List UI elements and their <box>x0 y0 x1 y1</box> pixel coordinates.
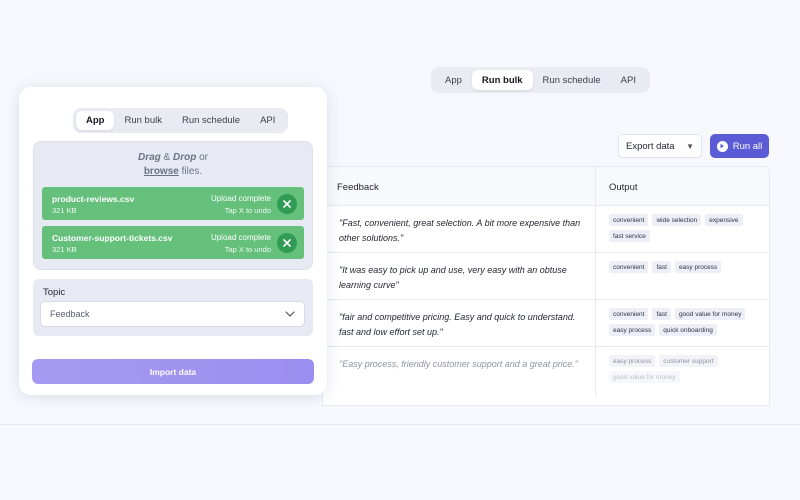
results-table: Feedback Output "Fast, convenient, great… <box>322 166 770 406</box>
close-icon <box>283 200 291 208</box>
remove-file-button[interactable] <box>277 233 297 253</box>
bg-tab-run-bulk[interactable]: Run bulk <box>471 70 533 90</box>
tab-app[interactable]: App <box>76 111 115 130</box>
tag-chip: easy process <box>609 355 656 367</box>
undo-hint: Tap X to undo <box>224 206 271 215</box>
tag-chip: easy process <box>609 324 656 336</box>
tag-chip: convenient <box>609 214 649 226</box>
topic-label: Topic <box>43 287 66 298</box>
export-data-select[interactable]: Export data ▼ <box>618 134 702 158</box>
feedback-cell: "Fast, convenient, great selection. A bi… <box>323 206 596 252</box>
feedback-cell: "It was easy to pick up and use, very ea… <box>323 253 596 299</box>
table-row: "Easy process, friendly customer support… <box>323 347 769 395</box>
column-header-feedback: Feedback <box>323 167 596 205</box>
background-tab-bar: App Run bulk Run schedule API <box>431 67 650 93</box>
tag-chip: expensive <box>705 214 743 226</box>
bg-tab-run-schedule[interactable]: Run schedule <box>533 70 611 90</box>
tab-api[interactable]: API <box>250 111 285 130</box>
chevron-down-icon <box>285 311 295 317</box>
tag-chip: good value for money <box>674 308 746 320</box>
drag-text: Drag <box>137 152 161 163</box>
uploaded-file-item: product-reviews.csv 321 KB Upload comple… <box>42 187 304 220</box>
bg-tab-app[interactable]: App <box>435 70 472 90</box>
table-row: "fair and competitive pricing. Easy and … <box>323 300 769 347</box>
tag-chip: good value for money <box>609 371 680 383</box>
tag-chip: wide selection <box>652 214 702 226</box>
tag-chip: fast <box>652 308 671 320</box>
chevron-down-icon: ▼ <box>686 141 694 151</box>
feedback-cell: "fair and competitive pricing. Easy and … <box>323 300 596 346</box>
ampersand-text: & <box>160 152 173 163</box>
or-text: or <box>196 152 209 163</box>
topic-value: Feedback <box>50 309 90 319</box>
remove-file-button[interactable] <box>277 194 297 214</box>
upload-status: Upload complete <box>210 194 271 203</box>
upload-status: Upload complete <box>210 233 271 242</box>
play-icon <box>716 140 728 152</box>
table-header: Feedback Output <box>323 167 769 206</box>
file-name: Customer-support-tickets.csv <box>52 233 173 243</box>
file-size: 321 KB <box>52 206 77 215</box>
footer-band <box>0 424 800 500</box>
drop-zone-text: Drag & Drop or browse files. <box>33 151 313 179</box>
undo-hint: Tap X to undo <box>224 245 271 254</box>
tag-chip: fast service <box>609 230 650 242</box>
output-cell: easy process customer support good value… <box>596 347 769 395</box>
run-all-label: Run all <box>732 140 763 152</box>
close-icon <box>283 239 291 247</box>
tag-chip: quick onboarding <box>659 324 717 336</box>
bg-tab-api[interactable]: API <box>611 70 646 90</box>
card-tab-bar: App Run bulk Run schedule API <box>73 108 289 133</box>
feedback-cell: "Easy process, friendly customer support… <box>323 347 596 395</box>
file-size: 321 KB <box>52 245 77 254</box>
table-row: "It was easy to pick up and use, very ea… <box>323 253 769 300</box>
tag-chip: easy process <box>674 261 722 273</box>
uploaded-file-item: Customer-support-tickets.csv 321 KB Uplo… <box>42 226 304 259</box>
files-text: files. <box>178 166 203 177</box>
export-data-label: Export data <box>626 140 675 152</box>
column-header-output: Output <box>609 182 638 193</box>
drop-text: Drop <box>173 152 197 163</box>
output-cell: convenient fast good value for money eas… <box>596 300 769 346</box>
tab-run-bulk[interactable]: Run bulk <box>114 111 172 130</box>
table-row: "Fast, convenient, great selection. A bi… <box>323 206 769 253</box>
tab-run-schedule[interactable]: Run schedule <box>172 111 250 130</box>
browse-link[interactable]: browse <box>144 166 179 177</box>
tag-chip: fast <box>652 261 671 273</box>
tag-chip: customer support <box>659 355 718 367</box>
run-all-button[interactable]: Run all <box>710 134 769 158</box>
file-name: product-reviews.csv <box>52 194 135 204</box>
output-cell: convenient wide selection expensive fast… <box>596 206 769 252</box>
topic-select[interactable]: Feedback <box>40 301 305 327</box>
import-data-button[interactable]: Import data <box>32 359 314 384</box>
output-cell: convenient fast easy process <box>596 253 769 299</box>
tag-chip: convenient <box>609 261 649 273</box>
tag-chip: convenient <box>609 308 649 320</box>
